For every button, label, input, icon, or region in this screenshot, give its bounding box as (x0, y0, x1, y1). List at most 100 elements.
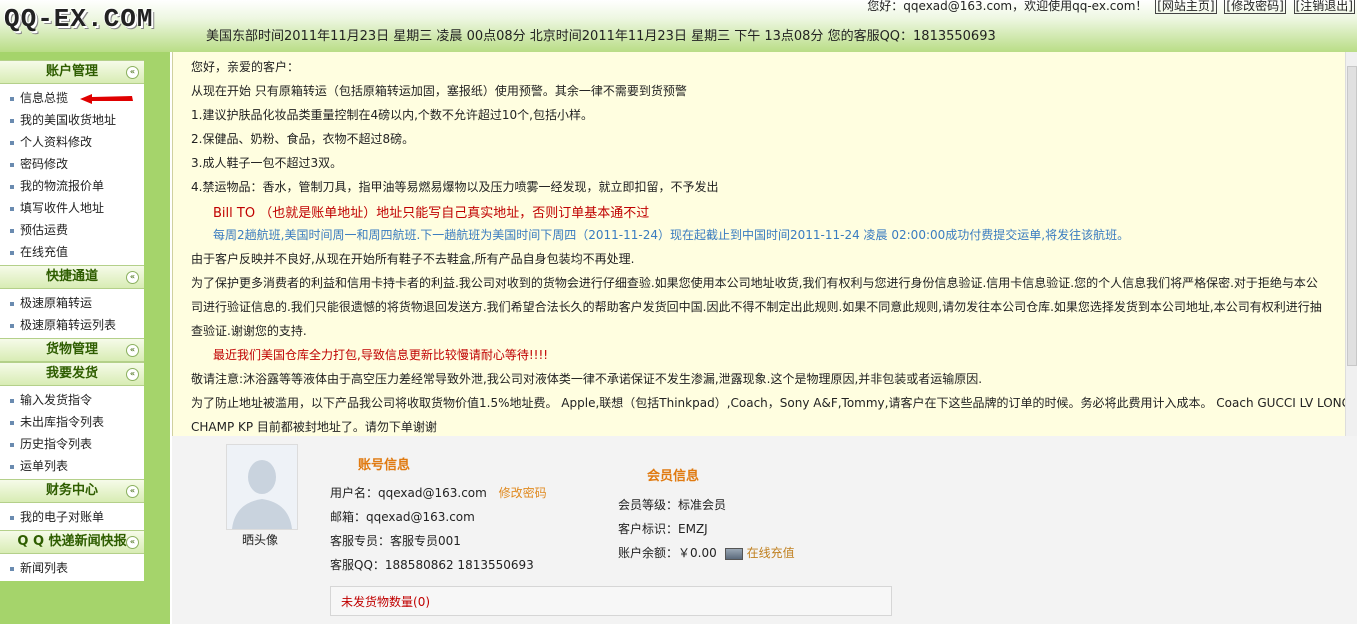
notice-line: 为了防止地址被滥用，以下产品我公司将收取货物价值1.5%地址费。 Apple,联… (191, 396, 1351, 410)
header: QQ-EX.COM 您好：qqexad@163.com，欢迎使用qq-ex.co… (0, 0, 1357, 52)
sidebar-section-body: 输入发货指令 未出库指令列表 历史指令列表 运单列表 (0, 386, 144, 479)
change-password-link[interactable]: 修改密码 (499, 486, 547, 500)
sidebar-section-body: 极速原箱转运 极速原箱转运列表 (0, 289, 144, 338)
unshipped-count: (0) (413, 595, 431, 609)
sidebar-item-password[interactable]: 密码修改 (0, 153, 144, 175)
collapse-icon[interactable]: « (126, 368, 139, 381)
customer-id-row: 客户标识：EMZJ (618, 520, 708, 537)
notice-line: 1.建议护肤品化妆品类重量控制在4磅以内,个数不允许超过10个,包括小样。 (191, 108, 593, 122)
section-title: 货物管理 (45, 342, 98, 357)
bullet-icon (10, 162, 14, 167)
balance-row: 账户余额：￥0.00 在线充值 (618, 544, 795, 561)
sidebar-section-account[interactable]: 账户管理 « (0, 60, 144, 84)
collapse-icon[interactable]: « (126, 66, 139, 79)
recharge-link[interactable]: 在线充值 (747, 546, 795, 560)
sidebar-item-label: 在线充值 (20, 245, 69, 259)
notice-panel: 您好，亲爱的客户： 从现在开始 只有原箱转运（包括原箱转运加固，塞报纸）使用预警… (172, 52, 1357, 436)
bullet-icon (10, 398, 14, 403)
email-label: 邮箱： (330, 510, 367, 524)
customer-id-label: 客户标识： (618, 522, 679, 536)
balance-value: ￥0.00 (678, 546, 717, 560)
bullet-icon (10, 566, 14, 571)
notice-line: 司进行验证信息的.我们只能很遗憾的将货物退回发送方.我们希望合法长久的帮助客户发… (191, 300, 1322, 314)
notice-scrollbar[interactable] (1345, 52, 1357, 436)
top-user-bar: 您好：qqexad@163.com，欢迎使用qq-ex.com！ [网站主页] … (867, 0, 1355, 14)
sidebar-item-statement[interactable]: 我的电子对账单 (0, 506, 144, 528)
unshipped-count-box[interactable]: 未发货物数量(0) (330, 586, 892, 616)
notice-line: 3.成人鞋子一包不超过3双。 (191, 156, 343, 170)
sidebar-item-pending-list[interactable]: 未出库指令列表 (0, 411, 144, 433)
sidebar-item-label: 运单列表 (20, 459, 69, 473)
bullet-icon (10, 420, 14, 425)
bullet-icon (10, 140, 14, 145)
notice-flight-info: 每周2趟航班,美国时间周一和周四航班.下一趟航班为美国时间下周四（2011-11… (213, 228, 1130, 242)
change-password-link[interactable]: [修改密码] (1224, 0, 1286, 14)
sidebar: 账户管理 « 信息总揽 我的美国收货地址 个人资料修改 密码修改 我的物流报价单… (0, 60, 144, 581)
bullet-icon (10, 464, 14, 469)
sidebar-section-goods[interactable]: 货物管理 « (0, 338, 144, 362)
sidebar-item-recipient[interactable]: 填写收件人地址 (0, 197, 144, 219)
site-logo[interactable]: QQ-EX.COM (4, 4, 153, 34)
sidebar-item-quote[interactable]: 我的物流报价单 (0, 175, 144, 197)
section-title: 快捷通道 (45, 269, 98, 284)
sidebar-item-news-list[interactable]: 新闻列表 (0, 557, 144, 579)
notice-line: 查验证.谢谢您的支持. (191, 324, 307, 338)
avatar[interactable] (226, 444, 298, 530)
notice-line: CHAMP KP 目前都被封地址了。请勿下单谢谢 (191, 420, 437, 434)
user-silhouette-icon (227, 445, 297, 529)
sidebar-item-profile[interactable]: 个人资料修改 (0, 131, 144, 153)
bullet-icon (10, 96, 14, 101)
qq-value: 188580862 1813550693 (384, 558, 534, 572)
sidebar-item-label: 未出库指令列表 (20, 415, 105, 429)
sidebar-item-label: 历史指令列表 (20, 437, 93, 451)
sidebar-section-body: 新闻列表 (0, 554, 144, 581)
sidebar-section-news[interactable]: Q Q 快递新闻快报 « (0, 530, 144, 554)
agent-value: 客服专员001 (390, 534, 461, 548)
sidebar-item-label: 填写收件人地址 (20, 201, 105, 215)
sidebar-section-finance[interactable]: 财务中心 « (0, 479, 144, 503)
sidebar-item-enter-instruction[interactable]: 输入发货指令 (0, 389, 144, 411)
sidebar-item-us-address[interactable]: 我的美国收货地址 (0, 109, 144, 131)
collapse-icon[interactable]: « (126, 344, 139, 357)
sidebar-item-fast-transfer[interactable]: 极速原箱转运 (0, 292, 144, 314)
sidebar-item-label: 密码修改 (20, 157, 69, 171)
notice-warning: Bill TO （也就是账单地址）地址只能写自己真实地址，否则订单基本通不过 (213, 206, 650, 221)
bullet-icon (10, 250, 14, 255)
notice-line: 为了保护更多消费者的利益和信用卡持卡者的利益.我公司对收到的货物会进行仔细查验.… (191, 276, 1318, 290)
sidebar-item-label: 我的电子对账单 (20, 510, 105, 524)
sidebar-item-fast-transfer-list[interactable]: 极速原箱转运列表 (0, 314, 144, 336)
sidebar-item-label: 极速原箱转运列表 (20, 318, 117, 332)
collapse-icon[interactable]: « (126, 485, 139, 498)
collapse-icon[interactable]: « (126, 271, 139, 284)
sidebar-item-estimate[interactable]: 预估运费 (0, 219, 144, 241)
logout-link[interactable]: [注销退出] (1293, 0, 1355, 14)
home-link[interactable]: [网站主页] (1155, 0, 1217, 14)
bullet-icon (10, 442, 14, 447)
sidebar-item-label: 信息总揽 (20, 91, 69, 105)
notice-warning: 最近我们美国仓库全力打包,导致信息更新比较慢请耐心等待!!!! (213, 348, 549, 362)
section-title: 财务中心 (45, 483, 98, 498)
notice-line: 由于客户反映并不良好,从现在开始所有鞋子不去鞋盒,所有产品自身包装均不再处理. (191, 252, 635, 266)
section-title: Q Q 快递新闻快报 (17, 534, 127, 549)
balance-label: 账户余额： (618, 546, 679, 560)
sidebar-section-shortcut[interactable]: 快捷通道 « (0, 265, 144, 289)
level-value: 标准会员 (678, 498, 727, 512)
sidebar-item-history-list[interactable]: 历史指令列表 (0, 433, 144, 455)
email-row: 邮箱：qqexad@163.com (330, 508, 475, 525)
sidebar-item-waybill-list[interactable]: 运单列表 (0, 455, 144, 477)
sidebar-item-recharge[interactable]: 在线充值 (0, 241, 144, 263)
qq-label: 客服QQ： (330, 558, 385, 572)
sidebar-item-label: 输入发货指令 (20, 393, 93, 407)
collapse-icon[interactable]: « (126, 536, 139, 549)
avatar-upload-link[interactable]: 晒头像 (242, 531, 278, 548)
level-row: 会员等级：标准会员 (618, 496, 726, 513)
notice-line: 您好，亲爱的客户： (191, 60, 300, 74)
sidebar-item-label: 预估运费 (20, 223, 69, 237)
bullet-icon (10, 301, 14, 306)
greeting-text: 您好：qqexad@163.com，欢迎使用qq-ex.com！ (867, 0, 1148, 13)
sidebar-section-ship[interactable]: 我要发货 « (0, 362, 144, 386)
sidebar-item-label: 我的物流报价单 (20, 179, 105, 193)
customer-id-value: EMZJ (678, 522, 708, 536)
bullet-icon (10, 206, 14, 211)
scrollbar-thumb[interactable] (1347, 66, 1357, 366)
